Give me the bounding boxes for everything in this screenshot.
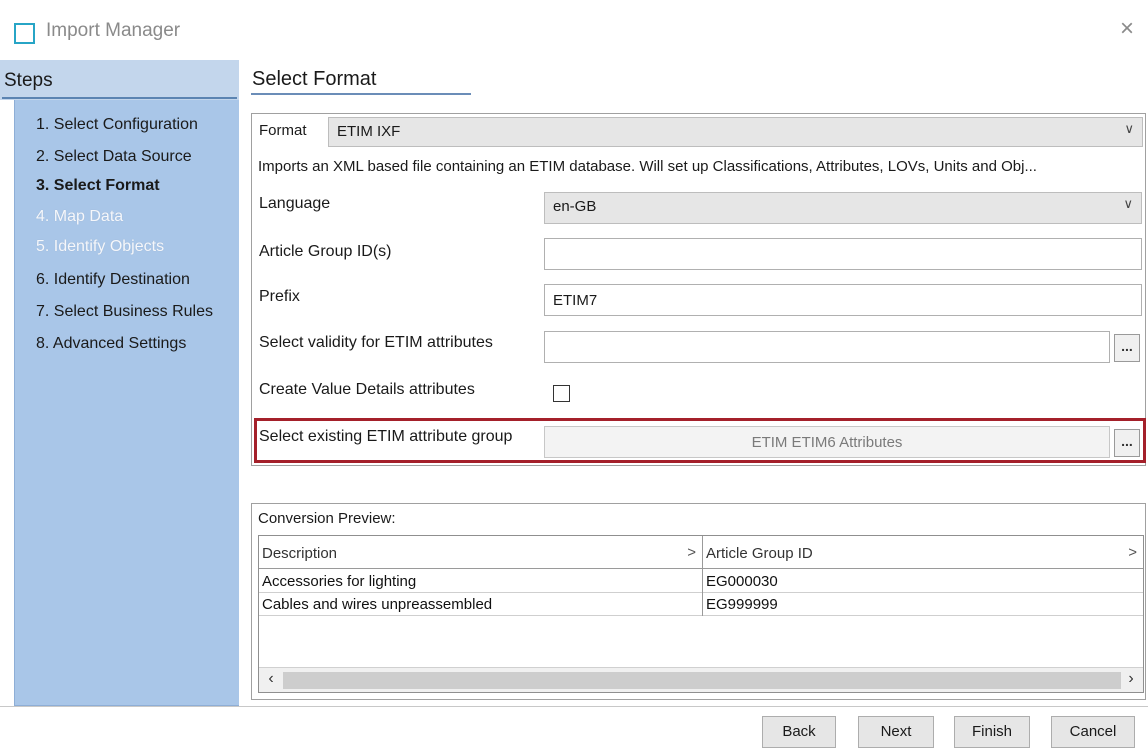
chevron-right-icon: > <box>1128 544 1137 561</box>
chevron-right-icon: > <box>687 544 696 561</box>
prefix-label: Prefix <box>259 288 300 305</box>
conversion-preview-title: Conversion Preview: <box>258 510 396 527</box>
prefix-input[interactable] <box>545 285 1141 315</box>
step-identify-destination[interactable]: 6. Identify Destination <box>36 271 190 289</box>
language-select-value: en-GB <box>553 198 597 215</box>
article-group-label: Article Group ID(s) <box>259 243 392 260</box>
steps-divider <box>2 97 237 99</box>
value-details-label: Create Value Details attributes <box>259 381 475 398</box>
step-select-format[interactable]: 3. Select Format <box>36 177 160 195</box>
close-icon[interactable]: × <box>1112 14 1142 44</box>
title-underline <box>251 93 471 95</box>
step-select-business-rules[interactable]: 7. Select Business Rules <box>36 303 213 321</box>
validity-label: Select validity for ETIM attributes <box>259 334 493 351</box>
format-label: Format <box>259 122 307 139</box>
format-description: Imports an XML based file containing an … <box>258 158 1037 175</box>
column-header-description[interactable]: Description > <box>259 536 702 569</box>
value-details-checkbox[interactable] <box>553 385 570 402</box>
finish-button[interactable]: Finish <box>954 716 1030 748</box>
chevron-down-icon: ∨ <box>1123 196 1133 211</box>
next-button[interactable]: Next <box>858 716 934 748</box>
table-cell[interactable]: Accessories for lighting <box>259 570 702 593</box>
preview-table: Description > Article Group ID > Accesso… <box>258 535 1144 693</box>
chevron-down-icon: ∨ <box>1124 121 1134 136</box>
attribute-group-value: ETIM ETIM6 Attributes <box>751 434 903 451</box>
validity-browse-button[interactable]: ... <box>1114 334 1140 362</box>
chevron-left-icon[interactable]: ‹ <box>261 670 281 688</box>
window-title: Import Manager <box>46 20 181 41</box>
scrollbar-thumb[interactable] <box>283 672 1121 689</box>
back-button[interactable]: Back <box>762 716 836 748</box>
column-header-label: Article Group ID <box>706 545 813 562</box>
language-select[interactable]: en-GB ∨ <box>544 192 1142 224</box>
attribute-group-browse-button[interactable]: ... <box>1114 429 1140 457</box>
validity-field[interactable] <box>544 331 1110 363</box>
column-header-label: Description <box>262 545 338 562</box>
table-cell[interactable]: EG999999 <box>703 593 1143 616</box>
chevron-right-icon[interactable]: › <box>1121 670 1141 688</box>
column-header-article-group-id[interactable]: Article Group ID > <box>703 536 1143 569</box>
table-cell[interactable]: EG000030 <box>703 570 1143 593</box>
window-icon <box>14 23 35 44</box>
article-group-input[interactable] <box>545 239 1141 269</box>
footer-divider <box>0 706 1148 707</box>
step-select-configuration[interactable]: 1. Select Configuration <box>36 116 198 134</box>
steps-title: Steps <box>4 70 53 91</box>
attribute-group-label: Select existing ETIM attribute group <box>259 428 513 445</box>
format-select-value: ETIM IXF <box>337 123 401 140</box>
prefix-field[interactable] <box>544 284 1142 316</box>
step-select-data-source[interactable]: 2. Select Data Source <box>36 148 192 166</box>
validity-input[interactable] <box>545 332 1109 362</box>
language-label: Language <box>259 195 331 212</box>
cancel-button[interactable]: Cancel <box>1051 716 1135 748</box>
table-cell[interactable]: Cables and wires unpreassembled <box>259 593 702 616</box>
step-advanced-settings[interactable]: 8. Advanced Settings <box>36 335 186 353</box>
step-map-data: 4. Map Data <box>36 208 124 225</box>
attribute-group-field[interactable]: ETIM ETIM6 Attributes <box>544 426 1110 458</box>
article-group-field[interactable] <box>544 238 1142 270</box>
page-title: Select Format <box>252 68 377 90</box>
format-select[interactable]: ETIM IXF ∨ <box>328 117 1143 147</box>
horizontal-scrollbar[interactable]: ‹ › <box>259 667 1143 692</box>
step-identify-objects: 5. Identify Objects <box>36 238 165 255</box>
